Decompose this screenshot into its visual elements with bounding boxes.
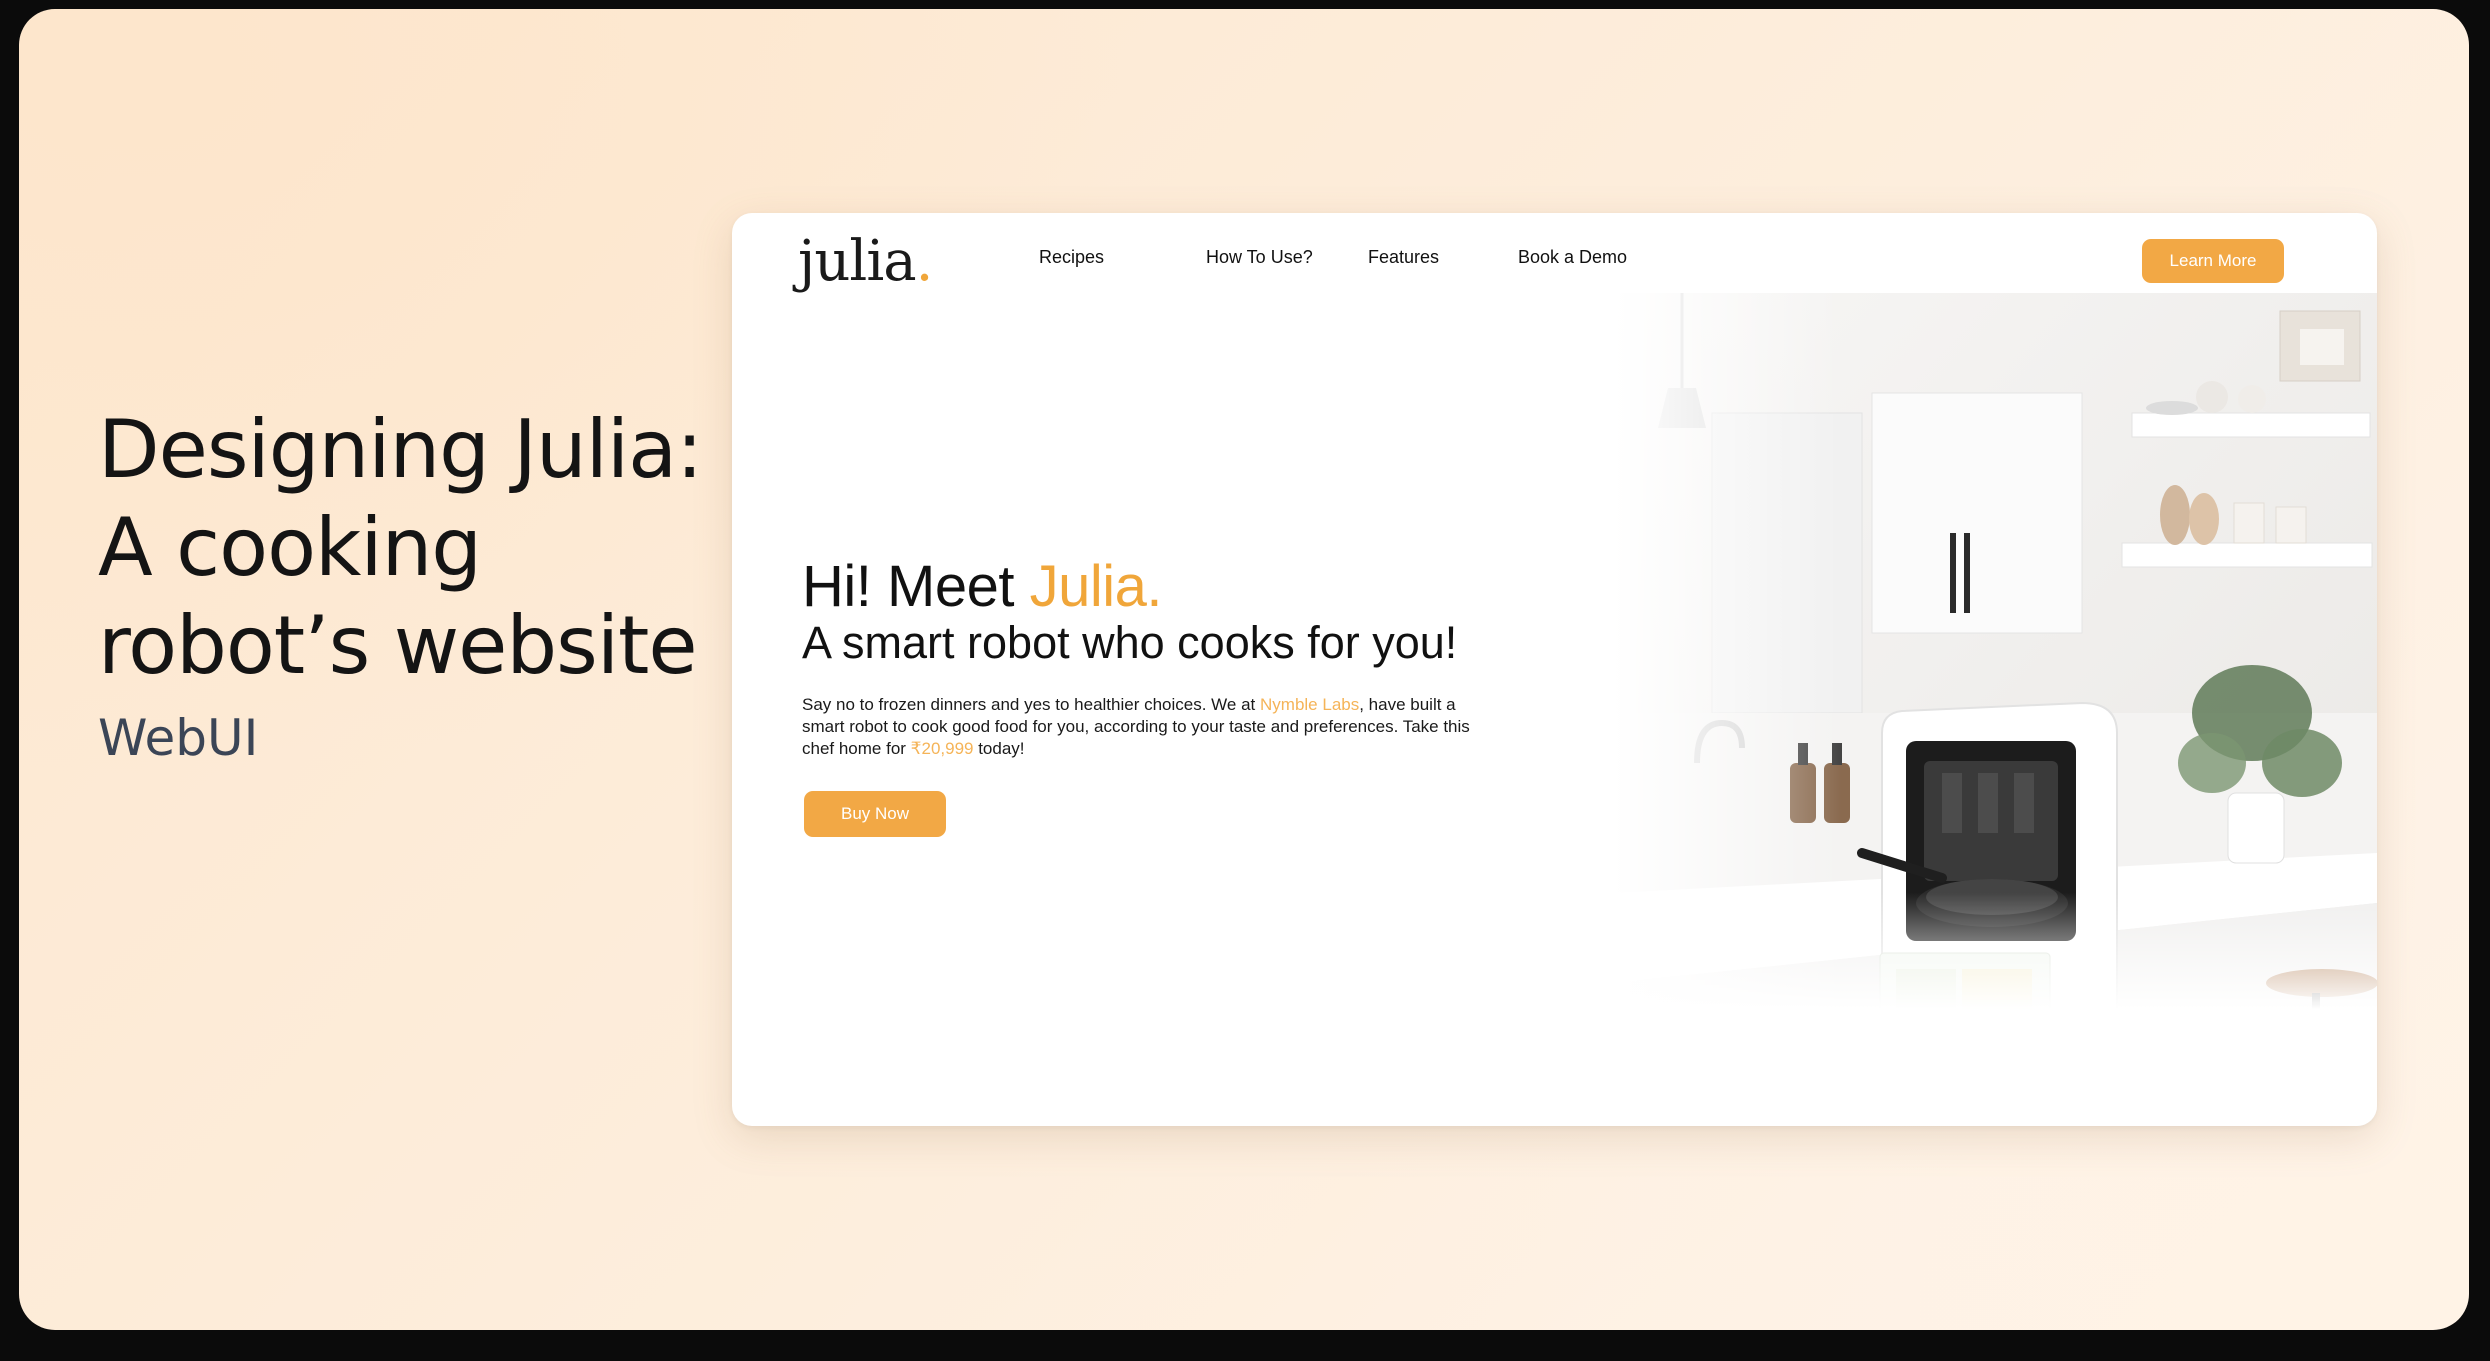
- logo-dot: .: [915, 229, 934, 294]
- hero-description: Say no to frozen dinners and yes to heal…: [802, 694, 1492, 760]
- presentation-canvas: Designing Julia: A cooking robot’s websi…: [19, 9, 2469, 1330]
- case-study-tag: WebUI: [98, 709, 259, 767]
- hero-greeting: Hi! Meet: [802, 554, 1030, 619]
- hero-body-part-3: today!: [973, 739, 1025, 758]
- buy-now-button[interactable]: Buy Now: [804, 791, 946, 837]
- hero-subtitle: A smart robot who cooks for you!: [802, 617, 1458, 668]
- case-study-title: Designing Julia: A cooking robot’s websi…: [98, 403, 703, 692]
- nav-link-features[interactable]: Features: [1368, 247, 1439, 268]
- julia-logo[interactable]: julia.: [798, 229, 934, 294]
- website-mockup: julia. Recipes How To Use? Features Book…: [732, 213, 2377, 1126]
- hero-name: Julia.: [1029, 554, 1163, 619]
- nav-link-recipes[interactable]: Recipes: [1039, 247, 1104, 268]
- kitchen-robot-image: [1612, 293, 2377, 1126]
- price-text: ₹20,999: [910, 739, 974, 758]
- logo-text: julia: [798, 229, 917, 294]
- nav-link-book-demo[interactable]: Book a Demo: [1518, 247, 1627, 268]
- nav-link-how-to-use[interactable]: How To Use?: [1206, 247, 1313, 268]
- learn-more-button[interactable]: Learn More: [2142, 239, 2284, 283]
- hero-heading: Hi! Meet Julia.: [802, 553, 1162, 620]
- hero-body-part-1: Say no to frozen dinners and yes to heal…: [802, 695, 1261, 714]
- company-link[interactable]: Nymble Labs: [1260, 695, 1359, 714]
